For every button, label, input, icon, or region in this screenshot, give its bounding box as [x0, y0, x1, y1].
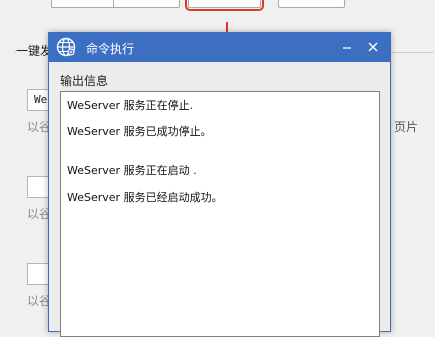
- config-button[interactable]: 配置: [278, 0, 345, 8]
- command-dialog: 命令执行 输出信息 WeServer 服务正在停止. WeServer 服务已成…: [48, 32, 391, 337]
- output-line: WeServer 服务已经启动成功。: [67, 191, 223, 204]
- close-icon[interactable]: [364, 38, 382, 56]
- output-label: 输出信息: [60, 74, 109, 88]
- start-button[interactable]: 启动: [51, 0, 117, 8]
- restart-button[interactable]: 重启: [185, 0, 264, 11]
- output-line: WeServer 服务已成功停止。: [67, 125, 212, 138]
- output-line: WeServer 服务正在停止.: [67, 99, 194, 112]
- stop-button[interactable]: 停止: [113, 0, 180, 8]
- background-right-text: 页片: [394, 120, 419, 134]
- dialog-titlebar[interactable]: 命令执行: [49, 33, 390, 62]
- output-line: WeServer 服务正在启动 .: [67, 164, 197, 177]
- globe-icon: [56, 37, 76, 57]
- minimize-icon[interactable]: [338, 38, 356, 56]
- dialog-title: 命令执行: [86, 42, 135, 56]
- output-textarea[interactable]: WeServer 服务正在停止. WeServer 服务已成功停止。 WeSer…: [60, 91, 380, 337]
